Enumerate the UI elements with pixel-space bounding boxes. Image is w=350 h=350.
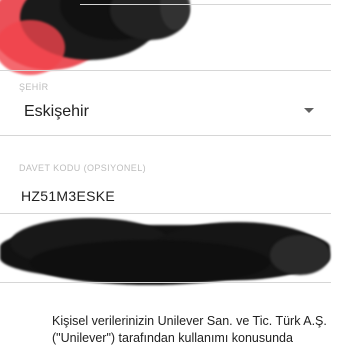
divider (0, 213, 331, 214)
registration-form-screen: ŞEHİR Eskişehir DAVET KODU (Opsiyonel) H… (0, 0, 350, 350)
city-label: ŞEHİR (19, 82, 49, 92)
divider (80, 4, 331, 5)
divider (0, 135, 331, 136)
divider (0, 282, 331, 283)
divider (0, 70, 331, 71)
chevron-down-icon[interactable] (304, 108, 314, 113)
invite-code-label: DAVET KODU (Opsiyonel) (19, 163, 146, 173)
city-value[interactable]: Eskişehir (24, 103, 89, 121)
invite-code-input[interactable]: HZ51M3ESKE (21, 188, 115, 204)
consent-text: Kişisel verilerinizin Unilever San. ve T… (52, 314, 327, 345)
